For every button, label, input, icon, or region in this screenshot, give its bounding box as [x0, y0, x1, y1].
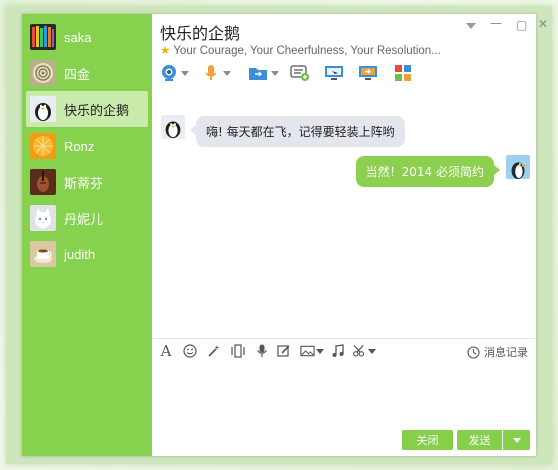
apps-grid-icon	[395, 65, 411, 81]
contact-name: judith	[64, 246, 96, 262]
signature-line: ★ Your Courage, Your Cheerfulness, Your R…	[160, 43, 441, 57]
clock-icon	[467, 345, 480, 359]
contact-item-saka[interactable]: saka	[26, 19, 148, 55]
contact-item-stephen[interactable]: 斯蒂芬	[26, 164, 148, 200]
folder-icon	[249, 68, 267, 80]
contact-name: Ronz	[64, 138, 95, 154]
contact-name: 快乐的企鹅	[64, 102, 130, 118]
chevron-down-icon	[316, 348, 324, 354]
webcam-icon	[162, 65, 176, 81]
message-input[interactable]	[152, 363, 536, 427]
edit-icon[interactable]	[276, 343, 292, 359]
contact-name: 斯蒂芬	[64, 175, 104, 191]
shake-icon[interactable]	[230, 343, 246, 359]
pencils-avatar	[30, 24, 56, 50]
contact-name: 四金	[64, 66, 91, 82]
self-avatar	[506, 155, 530, 179]
chat-add-icon	[290, 65, 309, 81]
chevron-down-icon	[368, 348, 376, 354]
voice-call-button[interactable]	[202, 63, 231, 83]
chat-title: 快乐的企鹅	[160, 24, 241, 43]
message-bubble-sent: 当然！2014 必须简约	[355, 156, 501, 187]
close-button[interactable]: 关闭	[402, 430, 453, 450]
shell-avatar	[30, 60, 56, 86]
message-history-button[interactable]: 消息记录	[467, 344, 528, 360]
send-button[interactable]: 发送	[457, 430, 502, 450]
contact-item-sijin[interactable]: 四金	[26, 55, 148, 91]
emoji-icon[interactable]	[182, 343, 198, 359]
chevron-down-icon	[223, 70, 231, 76]
message-bubble-received: 嗨! 每天都在飞，记得要轻装上阵哟	[190, 116, 405, 147]
fruit-avatar	[30, 133, 56, 159]
contact-item-ronz[interactable]: Ronz	[26, 128, 148, 164]
penguin-avatar	[161, 115, 185, 139]
contact-item-danier[interactable]: 丹妮儿	[26, 200, 148, 236]
screen-share-icon	[359, 66, 377, 80]
music-icon[interactable]	[330, 343, 346, 359]
contact-item-judith[interactable]: judith	[26, 236, 148, 272]
chat-window: saka 四金 快乐的企鹅 Ronz 斯蒂芬 丹妮儿 judith 快乐的企鹅 …	[22, 14, 548, 456]
coffee-avatar	[30, 241, 56, 267]
chevron-down-icon	[512, 437, 521, 443]
chat-header: 快乐的企鹅 ★ Your Courage, Your Cheerfulness, …	[152, 14, 548, 92]
contact-name: 丹妮儿	[64, 211, 104, 227]
contact-name: saka	[64, 29, 92, 45]
screenshot-scissors-icon[interactable]	[352, 343, 376, 359]
maximize-button[interactable]: ▢	[516, 18, 527, 32]
send-file-button[interactable]	[248, 63, 279, 83]
remote-assist-button[interactable]	[324, 63, 344, 83]
minimize-button[interactable]: —	[490, 16, 502, 30]
close-window-button[interactable]: ✕	[538, 17, 548, 31]
monitor-icon	[325, 66, 343, 80]
message-area: 嗨! 每天都在飞，记得要轻装上阵哟 当然！2014 必须简约	[152, 92, 536, 338]
input-toolbar: A 消息记录	[152, 338, 536, 363]
video-call-button[interactable]	[160, 63, 189, 83]
send-options-button[interactable]	[503, 430, 530, 450]
create-discussion-button[interactable]	[290, 63, 310, 83]
violin-avatar	[30, 169, 56, 195]
window-menu-button[interactable]	[466, 18, 476, 32]
magic-wand-icon[interactable]	[206, 343, 222, 359]
share-screen-button[interactable]	[358, 63, 378, 83]
contact-sidebar: saka 四金 快乐的企鹅 Ronz 斯蒂芬 丹妮儿 judith	[22, 14, 152, 456]
signature-text: Your Courage, Your Cheerfulness, Your Re…	[173, 45, 441, 57]
voice-message-icon[interactable]	[254, 343, 270, 359]
star-icon: ★	[160, 45, 171, 57]
font-icon[interactable]: A	[158, 342, 174, 360]
microphone-icon	[205, 65, 217, 80]
history-label: 消息记录	[484, 346, 528, 359]
cat-avatar	[30, 205, 56, 231]
image-icon[interactable]	[300, 343, 324, 359]
apps-button[interactable]	[394, 63, 412, 83]
chevron-down-icon	[271, 70, 279, 76]
contact-item-penguin[interactable]: 快乐的企鹅	[26, 91, 148, 127]
penguin-avatar	[30, 96, 56, 122]
chevron-down-icon	[181, 70, 189, 76]
